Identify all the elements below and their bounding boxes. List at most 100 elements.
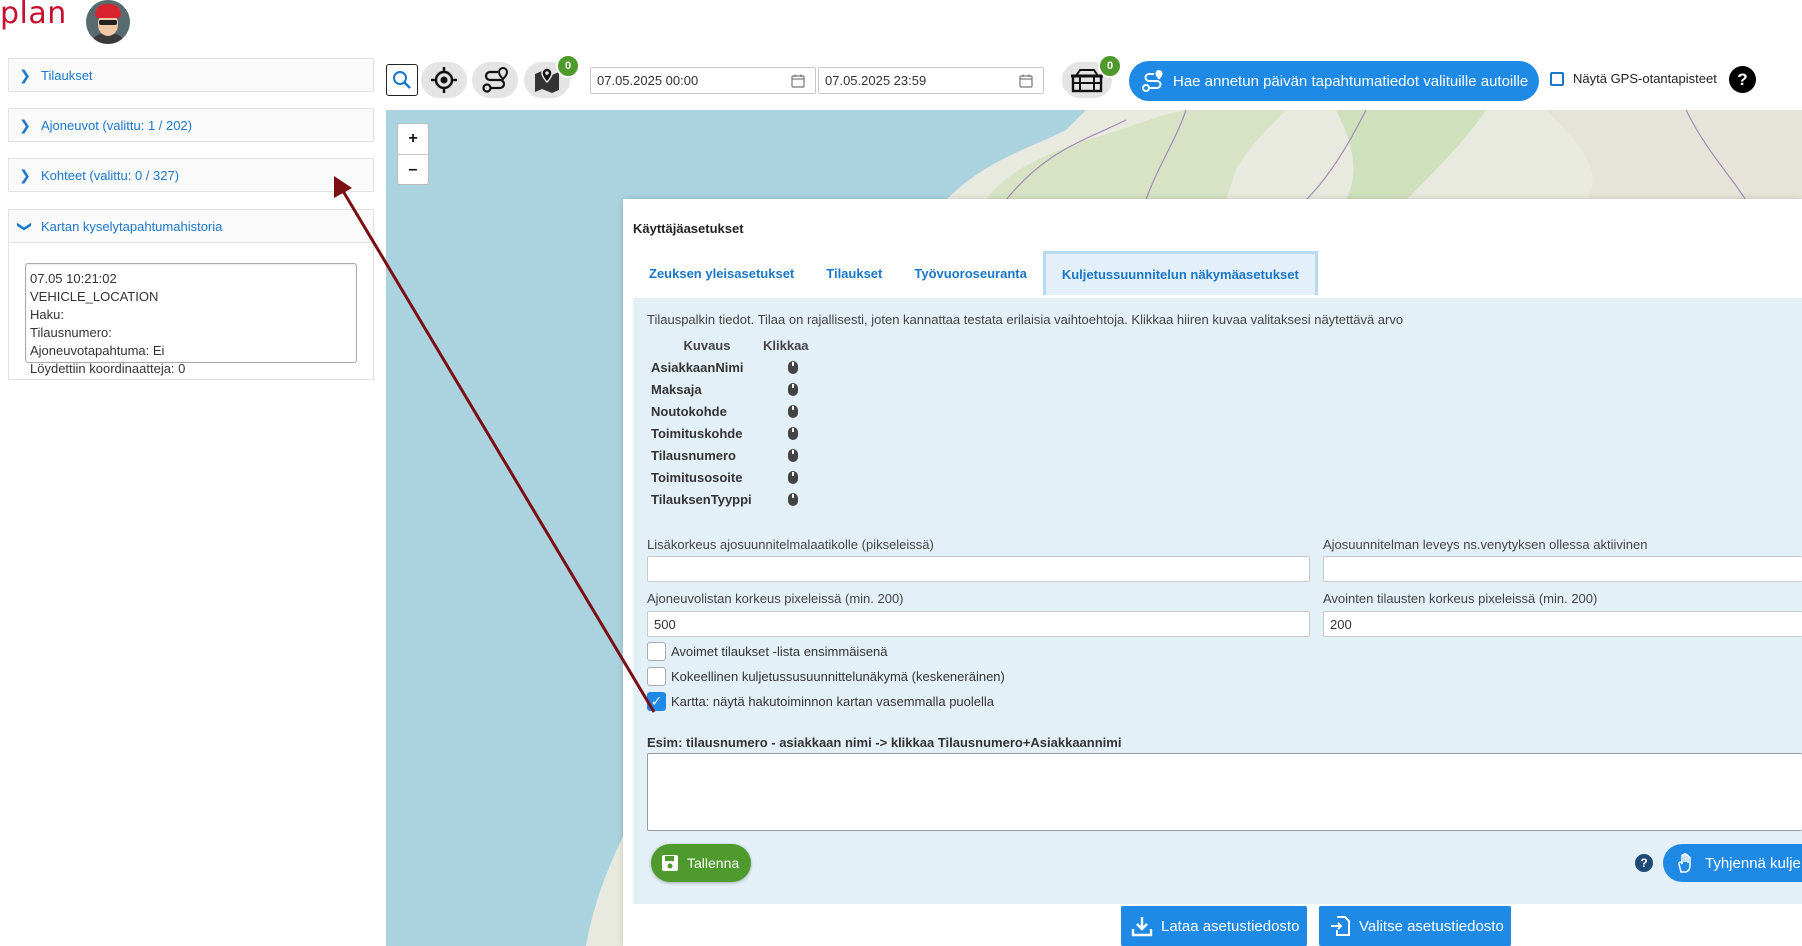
chevron-down-icon: ❯ — [17, 220, 34, 232]
map-count-badge: 0 — [556, 54, 580, 78]
locate-icon — [431, 67, 457, 93]
settings-panel: Tilauspalkin tiedot. Tilaa on rajallises… — [633, 298, 1802, 904]
history-line: Haku: — [30, 307, 64, 322]
open-orders-first-checkbox[interactable] — [647, 642, 666, 661]
route-button[interactable] — [472, 62, 518, 98]
crate-button[interactable]: 0 — [1062, 54, 1122, 98]
mouse-icon[interactable] — [788, 382, 798, 396]
user-settings-dialog: Käyttäjäasetukset Zeuksen yleisasetukset… — [623, 199, 1802, 946]
download-icon — [1131, 917, 1153, 937]
history-line: 07.05 10:21:02 — [30, 271, 117, 286]
extra-height-label: Lisäkorkeus ajosuunnitelmalaatikolle (pi… — [647, 537, 934, 552]
history-line: Löydettiin koordinaatteja: 0 — [30, 361, 186, 376]
app-logo: plan — [0, 0, 67, 31]
mouse-icon[interactable] — [788, 470, 798, 484]
open-orders-height-input[interactable]: 200 — [1323, 611, 1802, 637]
file-import-icon — [1331, 916, 1350, 936]
experimental-view-checkbox[interactable] — [647, 667, 666, 686]
tab-shift-tracking[interactable]: Työvuoroseuranta — [898, 251, 1042, 295]
map-layers-button[interactable]: 0 — [524, 54, 580, 98]
field-name: Toimituskohde — [651, 425, 743, 441]
start-date-input[interactable]: 07.05.2025 00:00 — [590, 67, 816, 94]
map-search-left-checkbox[interactable]: ✓ — [647, 692, 666, 711]
clear-transport-button[interactable]: Tyhjennä kulje — [1663, 844, 1802, 882]
col-header-description: Kuvaus — [683, 337, 731, 353]
save-label: Tallenna — [687, 855, 740, 871]
dialog-title: Käyttäjäasetukset — [633, 221, 744, 236]
mouse-icon[interactable] — [788, 360, 798, 374]
end-date-input[interactable]: 07.05.2025 23:59 — [818, 67, 1044, 94]
tab-general[interactable]: Zeuksen yleisasetukset — [633, 251, 810, 295]
history-line: VEHICLE_LOCATION — [30, 289, 159, 304]
user-avatar[interactable] — [86, 0, 130, 44]
mouse-icon[interactable] — [788, 492, 798, 506]
extra-height-input[interactable] — [647, 556, 1310, 582]
checkmark-icon: ✓ — [650, 693, 663, 709]
choose-settings-file-button[interactable]: Valitse asetustiedosto — [1319, 906, 1511, 946]
calendar-icon[interactable] — [791, 74, 805, 88]
gps-points-toggle[interactable]: Näytä GPS-otantapisteet — [1550, 71, 1717, 86]
open-orders-height-label: Avointen tilausten korkeus pixeleissä (m… — [1323, 591, 1598, 606]
chevron-right-icon: ❯ — [19, 116, 31, 133]
sidebar-panel-orders[interactable]: ❯ Tilaukset — [8, 58, 374, 92]
field-name: Maksaja — [651, 381, 702, 397]
save-button[interactable]: Tallenna — [651, 844, 751, 882]
start-date-value: 07.05.2025 00:00 — [597, 73, 699, 88]
example-textarea[interactable] — [647, 753, 1802, 831]
map-search-left-option[interactable]: ✓ Kartta: näytä hakutoiminnon kartan vas… — [647, 692, 994, 711]
search-icon — [393, 71, 411, 89]
download-settings-label: Lataa asetustiedosto — [1161, 917, 1300, 935]
gps-checkbox-label: Näytä GPS-otantapisteet — [1573, 71, 1717, 86]
history-line: Ajoneuvotapahtuma: Ei — [30, 343, 165, 358]
mouse-icon[interactable] — [788, 448, 798, 462]
help-icon[interactable]: ? — [1635, 854, 1653, 872]
plan-width-label: Ajosuunnitelman leveys ns.venytyksen oll… — [1323, 537, 1648, 552]
panel-label: Kohteet (valittu: 0 / 327) — [41, 167, 180, 183]
calendar-icon[interactable] — [1019, 74, 1033, 88]
locate-button[interactable] — [421, 62, 467, 98]
history-panel-header[interactable]: ❯ Kartan kyselytapahtumahistoria — [9, 210, 373, 242]
crate-count-badge: 0 — [1098, 54, 1122, 78]
tab-transport-view[interactable]: Kuljetussuunnitelun näkymäasetukset — [1042, 251, 1318, 295]
route-icon — [482, 66, 509, 93]
chevron-right-icon: ❯ — [19, 66, 31, 83]
vehicle-list-height-input[interactable]: 500 — [647, 611, 1310, 637]
search-button[interactable] — [386, 64, 418, 96]
field-name: TilauksenTyyppi — [651, 491, 752, 507]
history-line: Tilausnumero: — [30, 325, 112, 340]
tab-orders[interactable]: Tilaukset — [810, 251, 898, 295]
table-row: Maksaja — [651, 378, 813, 400]
field-table: Kuvaus Klikkaa AsiakkaanNimi Maksaja Nou… — [651, 334, 813, 510]
sidebar-panel-targets[interactable]: ❯ Kohteet (valittu: 0 / 327) — [8, 158, 374, 192]
gps-checkbox[interactable] — [1550, 71, 1564, 86]
fetch-events-label: Hae annetun päivän tapahtumatiedot valit… — [1173, 72, 1529, 90]
fetch-events-button[interactable]: Hae annetun päivän tapahtumatiedot valit… — [1129, 61, 1539, 101]
table-row: AsiakkaanNimi — [651, 356, 813, 378]
table-row: Toimitusosoite — [651, 466, 813, 488]
panel-intro: Tilauspalkin tiedot. Tilaa on rajallises… — [647, 312, 1404, 327]
help-icon[interactable]: ? — [1729, 66, 1756, 93]
panel-label: Tilaukset — [41, 67, 93, 83]
plan-width-input[interactable] — [1323, 556, 1802, 582]
mouse-icon[interactable] — [788, 404, 798, 418]
table-row: Noutokohde — [651, 400, 813, 422]
zoom-control: + – — [397, 123, 429, 185]
mouse-icon[interactable] — [788, 426, 798, 440]
table-row: TilauksenTyyppi — [651, 488, 813, 510]
end-date-value: 07.05.2025 23:59 — [825, 73, 927, 88]
zoom-in-button[interactable]: + — [398, 124, 428, 155]
col-header-click: Klikkaa — [763, 337, 809, 353]
open-orders-first-option[interactable]: Avoimet tilaukset -lista ensimmäisenä — [647, 642, 888, 661]
clear-transport-label: Tyhjennä kulje — [1705, 854, 1801, 872]
panel-label: Kartan kyselytapahtumahistoria — [41, 218, 223, 234]
field-name: Toimitusosoite — [651, 469, 743, 485]
sidebar-panel-vehicles[interactable]: ❯ Ajoneuvot (valittu: 1 / 202) — [8, 108, 374, 142]
chevron-right-icon: ❯ — [19, 166, 31, 183]
download-settings-button[interactable]: Lataa asetustiedosto — [1121, 906, 1307, 946]
route-icon — [1142, 70, 1163, 92]
zoom-out-button[interactable]: – — [398, 155, 428, 185]
history-textarea[interactable]: 07.05 10:21:02 VEHICLE_LOCATION Haku: Ti… — [25, 263, 357, 376]
settings-tabs: Zeuksen yleisasetukset Tilaukset Työvuor… — [633, 251, 1318, 295]
experimental-view-option[interactable]: Kokeellinen kuljetussusuunnittelunäkymä … — [647, 667, 1005, 686]
vehicle-list-height-label: Ajoneuvolistan korkeus pixeleissä (min. … — [647, 591, 904, 606]
